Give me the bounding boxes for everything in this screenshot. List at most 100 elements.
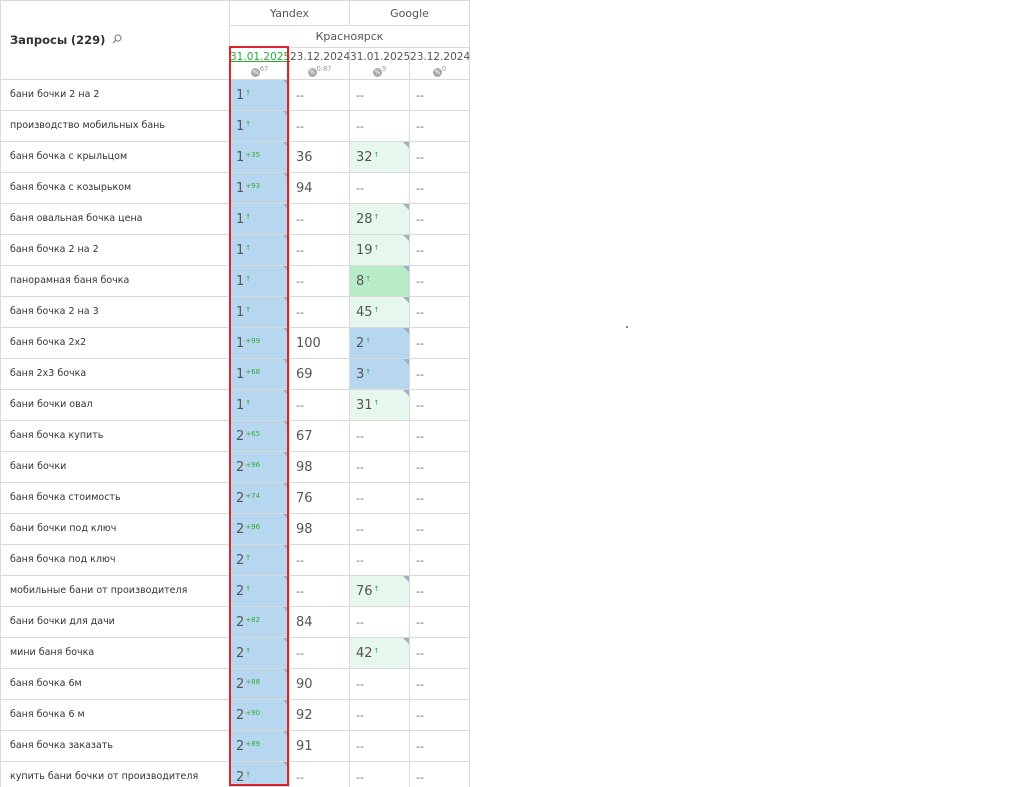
- query-text[interactable]: баня бочка под ключ: [0, 544, 230, 576]
- position-cell[interactable]: 2+88: [229, 668, 290, 700]
- query-text[interactable]: баня бочка 2 на 3: [0, 296, 230, 328]
- position-cell[interactable]: 2↑: [349, 327, 411, 359]
- search-icon[interactable]: [112, 33, 122, 47]
- date-label[interactable]: 23.12.2024: [290, 51, 350, 64]
- position-cell[interactable]: 94: [288, 172, 351, 204]
- position-cell[interactable]: --: [349, 761, 411, 787]
- position-cell[interactable]: 32↑: [349, 141, 411, 173]
- position-cell[interactable]: --: [288, 110, 351, 142]
- query-text[interactable]: баня бочка 6м: [0, 668, 230, 700]
- position-cell[interactable]: --: [409, 761, 470, 787]
- position-cell[interactable]: 98: [288, 451, 351, 483]
- position-cell[interactable]: 2↑: [229, 544, 290, 576]
- position-cell[interactable]: --: [349, 172, 411, 204]
- position-cell[interactable]: --: [349, 544, 411, 576]
- position-cell[interactable]: --: [409, 389, 470, 421]
- position-cell[interactable]: 2+96: [229, 451, 290, 483]
- position-cell[interactable]: --: [349, 668, 411, 700]
- position-cell[interactable]: --: [409, 203, 470, 235]
- query-text[interactable]: баня 2х3 бочка: [0, 358, 230, 390]
- position-cell[interactable]: 2↑: [229, 637, 290, 669]
- date-column-header[interactable]: 31.01.2025% 67: [229, 47, 290, 80]
- query-text[interactable]: баня бочка 2 на 2: [0, 234, 230, 266]
- position-cell[interactable]: --: [409, 358, 470, 390]
- position-cell[interactable]: --: [349, 482, 411, 514]
- position-cell[interactable]: 2+96: [229, 513, 290, 545]
- position-cell[interactable]: --: [288, 389, 351, 421]
- position-cell[interactable]: 67: [288, 420, 351, 452]
- position-cell[interactable]: 1+99: [229, 327, 290, 359]
- position-cell[interactable]: 1↑: [229, 203, 290, 235]
- query-text[interactable]: баня бочка с козырьком: [0, 172, 230, 204]
- position-cell[interactable]: --: [409, 234, 470, 266]
- position-cell[interactable]: 69: [288, 358, 351, 390]
- position-cell[interactable]: 42↑: [349, 637, 411, 669]
- query-text[interactable]: производство мобильных бань: [0, 110, 230, 142]
- position-cell[interactable]: 2+89: [229, 730, 290, 762]
- date-column-header[interactable]: 31.01.2025% 9: [349, 47, 410, 80]
- position-cell[interactable]: --: [349, 730, 411, 762]
- query-text[interactable]: бани бочки для дачи: [0, 606, 230, 638]
- query-text[interactable]: баня бочка 6 м: [0, 699, 230, 731]
- position-cell[interactable]: 1↑: [229, 234, 290, 266]
- position-cell[interactable]: 1↑: [229, 265, 290, 297]
- position-cell[interactable]: 98: [288, 513, 351, 545]
- position-cell[interactable]: --: [349, 513, 411, 545]
- position-cell[interactable]: 1↑: [229, 389, 290, 421]
- date-label[interactable]: 31.01.2025: [350, 51, 410, 64]
- position-cell[interactable]: --: [288, 79, 351, 111]
- position-cell[interactable]: 2+90: [229, 699, 290, 731]
- position-cell[interactable]: 92: [288, 699, 351, 731]
- position-cell[interactable]: --: [288, 203, 351, 235]
- position-cell[interactable]: 1↑: [229, 79, 290, 111]
- position-cell[interactable]: --: [409, 699, 470, 731]
- position-cell[interactable]: --: [349, 699, 411, 731]
- position-cell[interactable]: --: [409, 575, 470, 607]
- query-text[interactable]: баня овальная бочка цена: [0, 203, 230, 235]
- position-cell[interactable]: 31↑: [349, 389, 411, 421]
- position-cell[interactable]: --: [409, 482, 470, 514]
- position-cell[interactable]: --: [409, 668, 470, 700]
- query-column-header[interactable]: Запросы (229): [0, 0, 230, 80]
- position-cell[interactable]: 2+74: [229, 482, 290, 514]
- position-cell[interactable]: 90: [288, 668, 351, 700]
- position-cell[interactable]: 2+82: [229, 606, 290, 638]
- query-text[interactable]: бани бочки под ключ: [0, 513, 230, 545]
- position-cell[interactable]: --: [349, 110, 411, 142]
- position-cell[interactable]: --: [409, 327, 470, 359]
- position-cell[interactable]: 28↑: [349, 203, 411, 235]
- position-cell[interactable]: 1↑: [229, 296, 290, 328]
- query-text[interactable]: баня бочка купить: [0, 420, 230, 452]
- position-cell[interactable]: 84: [288, 606, 351, 638]
- position-cell[interactable]: --: [288, 575, 351, 607]
- position-cell[interactable]: 1+35: [229, 141, 290, 173]
- query-text[interactable]: бани бочки 2 на 2: [0, 79, 230, 111]
- position-cell[interactable]: --: [349, 79, 411, 111]
- date-label[interactable]: 23.12.2024: [410, 51, 470, 64]
- position-cell[interactable]: --: [288, 761, 351, 787]
- position-cell[interactable]: --: [409, 730, 470, 762]
- position-cell[interactable]: 2+65: [229, 420, 290, 452]
- position-cell[interactable]: 3↑: [349, 358, 411, 390]
- query-text[interactable]: баня бочка 2х2: [0, 327, 230, 359]
- position-cell[interactable]: --: [349, 606, 411, 638]
- position-cell[interactable]: --: [409, 637, 470, 669]
- position-cell[interactable]: 19↑: [349, 234, 411, 266]
- position-cell[interactable]: --: [409, 296, 470, 328]
- position-cell[interactable]: 8↑: [349, 265, 411, 297]
- query-text[interactable]: бани бочки: [0, 451, 230, 483]
- position-cell[interactable]: --: [409, 172, 470, 204]
- position-cell[interactable]: --: [409, 606, 470, 638]
- query-text[interactable]: бани бочки овал: [0, 389, 230, 421]
- position-cell[interactable]: --: [288, 234, 351, 266]
- date-column-header[interactable]: 23.12.2024% 0: [409, 47, 470, 80]
- position-cell[interactable]: --: [409, 110, 470, 142]
- position-cell[interactable]: --: [288, 637, 351, 669]
- position-cell[interactable]: --: [409, 544, 470, 576]
- position-cell[interactable]: 76↑: [349, 575, 411, 607]
- position-cell[interactable]: --: [349, 420, 411, 452]
- position-cell[interactable]: --: [409, 79, 470, 111]
- query-text[interactable]: мобильные бани от производителя: [0, 575, 230, 607]
- position-cell[interactable]: 1+68: [229, 358, 290, 390]
- position-cell[interactable]: --: [409, 265, 470, 297]
